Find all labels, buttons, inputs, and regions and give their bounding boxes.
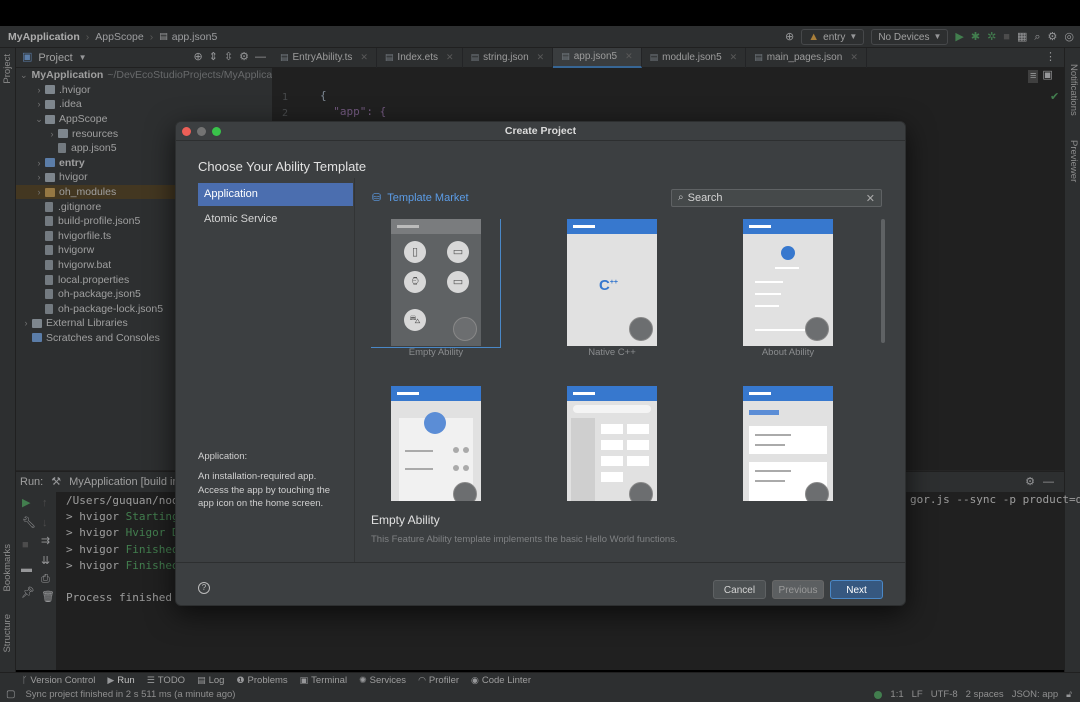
close-window-icon[interactable] (182, 127, 191, 136)
template-card-about-ability[interactable]: About Ability (723, 219, 833, 358)
description-text: An installation-required app. Access the… (198, 471, 331, 509)
template-grid: ▯ ▭ ⌚︎ ▭ ⛍ Empty Ability C++ Native C++ (371, 219, 879, 501)
template-market-label: Template Market (387, 192, 469, 204)
template-card-4[interactable] (371, 386, 481, 501)
clear-icon[interactable]: ✕ (866, 192, 875, 205)
dialog-heading: Choose Your Ability Template (198, 159, 367, 174)
phone-icon: ▯ (404, 241, 426, 263)
tablet-icon: ▭ (447, 241, 469, 263)
nav-application[interactable]: Application (198, 183, 353, 206)
template-name: Native C++ (588, 347, 636, 358)
template-panel: ⛁ Template Market ⌕ Search ✕ ▯ ▭ ⌚︎ ▭ ⛍ … (355, 178, 905, 562)
device-icon (805, 482, 829, 501)
avatar (424, 412, 446, 434)
minimize-window-icon[interactable] (197, 127, 206, 136)
search-icon: ⌕ (678, 192, 684, 203)
dialog-title: Create Project (176, 122, 905, 141)
zoom-window-icon[interactable] (212, 127, 221, 136)
top-black-strip (0, 0, 1080, 26)
search-placeholder: Search (687, 192, 723, 204)
device-icon (629, 482, 653, 501)
device-icon (453, 482, 477, 501)
selected-template-description: This Feature Ability template implements… (371, 534, 678, 545)
watch-icon: ⌚︎ (404, 271, 426, 293)
device-icon (805, 317, 829, 341)
previous-button[interactable]: Previous (772, 580, 824, 599)
next-button[interactable]: Next (830, 580, 883, 599)
template-card-5[interactable] (547, 386, 657, 501)
avatar (781, 246, 795, 260)
create-project-dialog: Create Project Choose Your Ability Templ… (175, 121, 906, 606)
car-icon: ⛍ (404, 309, 426, 331)
cpp-icon: C++ (599, 277, 619, 294)
nav-atomic-service[interactable]: Atomic Service (198, 208, 353, 231)
template-card-6[interactable] (723, 386, 833, 501)
cancel-button[interactable]: Cancel (713, 580, 766, 599)
template-market-link[interactable]: ⛁ Template Market (372, 192, 469, 204)
template-scrollbar[interactable] (881, 219, 885, 343)
description-label: Application: (198, 451, 248, 462)
multi-device-icon (629, 317, 653, 341)
search-input[interactable]: ⌕ Search ✕ (671, 189, 882, 207)
multi-device-icon (453, 317, 477, 341)
template-card-native-cpp[interactable]: C++ Native C++ (547, 219, 657, 358)
template-name: About Ability (761, 347, 815, 358)
tv-icon: ▭ (447, 271, 469, 293)
store-icon: ⛁ (372, 191, 382, 204)
template-card-empty-ability[interactable]: ▯ ▭ ⌚︎ ▭ ⛍ Empty Ability (371, 219, 501, 358)
template-name: Empty Ability (408, 347, 464, 358)
selected-template-title: Empty Ability (371, 513, 440, 527)
dialog-footer: ? Cancel Previous Next (176, 562, 905, 605)
help-icon[interactable]: ? (198, 582, 210, 594)
